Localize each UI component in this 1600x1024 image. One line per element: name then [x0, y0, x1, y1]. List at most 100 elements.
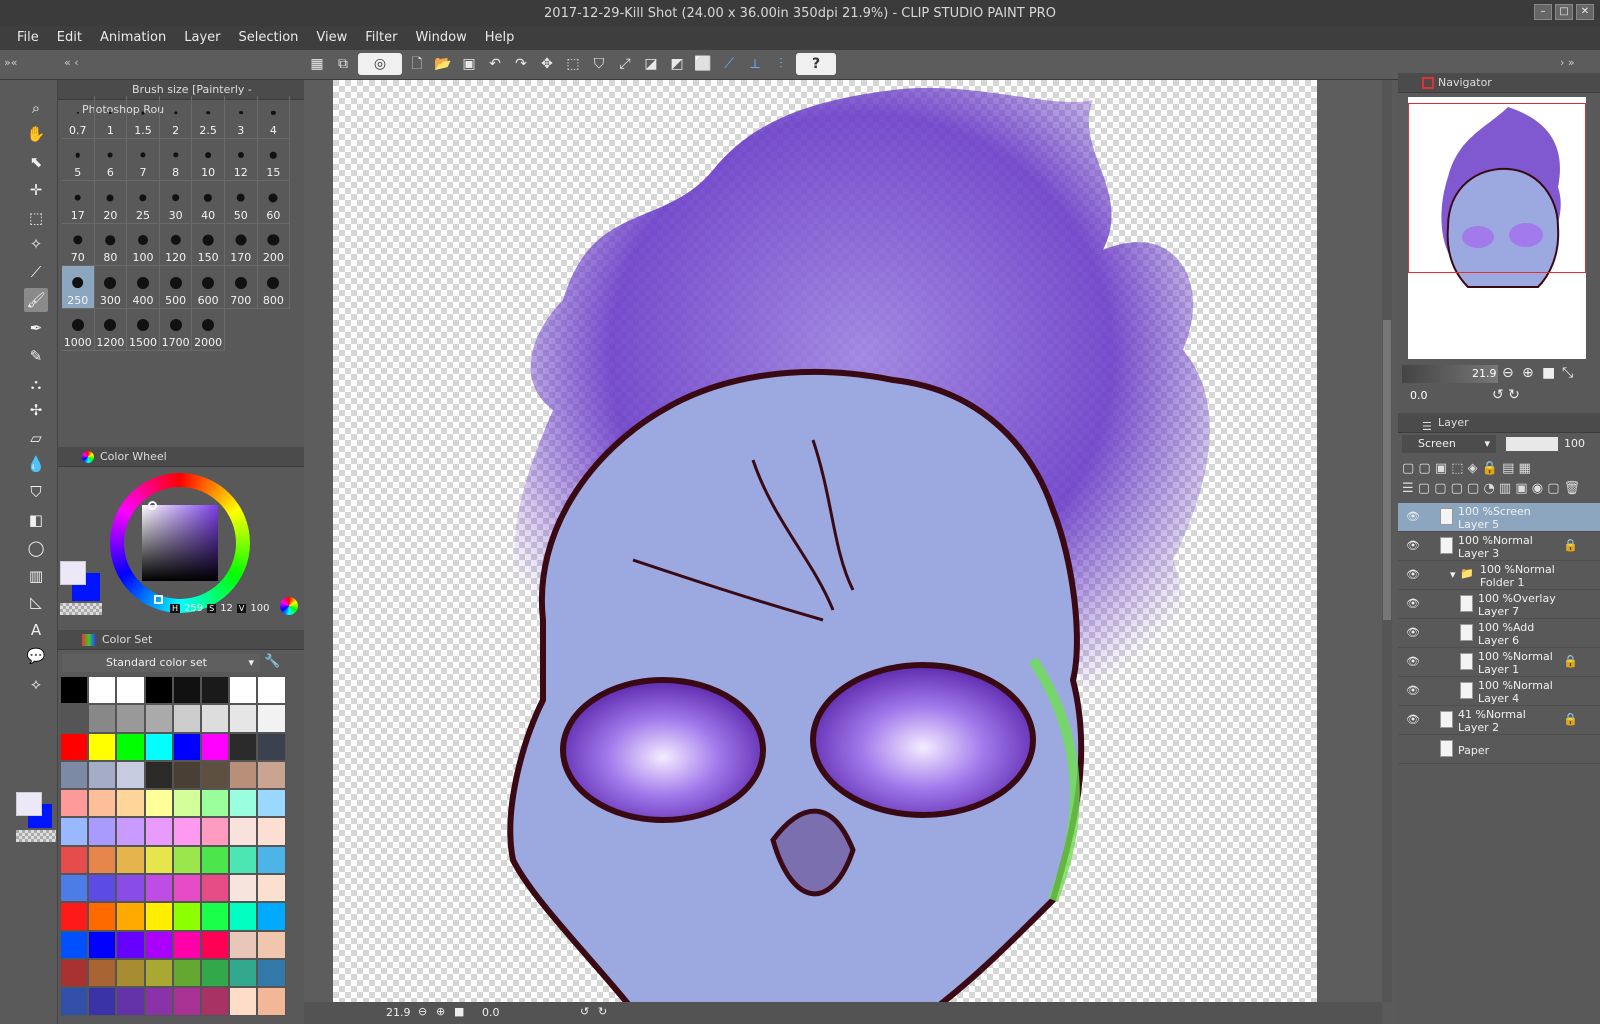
color-swatch[interactable]: [172, 789, 201, 818]
color-swatch[interactable]: [229, 732, 258, 761]
wheel-transparent-swatch[interactable]: [60, 603, 102, 615]
drawing-canvas[interactable]: [333, 80, 1317, 1002]
fit-icon[interactable]: ■: [454, 1005, 464, 1018]
airbrush-tool-icon[interactable]: ⛬: [24, 372, 48, 396]
brush-size-12[interactable]: 12: [224, 138, 258, 181]
color-swatch[interactable]: [172, 760, 201, 790]
menu-filter[interactable]: Filter: [356, 26, 406, 50]
move-layer-tool-icon[interactable]: ✛: [24, 178, 48, 202]
help-button[interactable]: ?: [796, 53, 836, 75]
color-swatch[interactable]: [172, 676, 201, 705]
brush-size-7[interactable]: 7: [127, 138, 160, 181]
color-swatch[interactable]: [200, 817, 230, 846]
canvas-area[interactable]: [304, 80, 1382, 1002]
color-swatch[interactable]: [60, 930, 89, 959]
layer-row[interactable]: 👁 100 %Normal Layer 4: [1398, 677, 1600, 706]
new-layer-icon[interactable]: ☰ ▢ ▢ ▢ ▢ ◔ ▥ ▣ ◉ ▢ 🗑: [1402, 481, 1580, 496]
auto-select-tool-icon[interactable]: ✧: [24, 232, 48, 256]
brush-tool-icon[interactable]: 🖌: [24, 288, 48, 312]
color-swatch[interactable]: [257, 789, 286, 818]
text-tool-icon[interactable]: A: [24, 618, 48, 642]
color-swatch[interactable]: [144, 958, 173, 988]
color-swatch[interactable]: [172, 732, 201, 761]
brush-size-6[interactable]: 6: [94, 138, 128, 181]
brush-size-250[interactable]: 250: [62, 266, 95, 309]
brush-size-600[interactable]: 600: [192, 266, 225, 309]
navigator-zoom-value[interactable]: 21.9: [1472, 367, 1497, 380]
eye-icon[interactable]: 👁: [1406, 713, 1420, 726]
brush-size-200[interactable]: 200: [257, 223, 291, 266]
eye-icon[interactable]: 👁: [1406, 597, 1420, 610]
color-swatch[interactable]: [60, 817, 89, 846]
layer-row[interactable]: 👁 100 %Screen Layer 5: [1398, 503, 1600, 532]
brush-size-1-5[interactable]: 1.5: [127, 96, 160, 139]
rotate-right-icon[interactable]: ↻: [598, 1005, 607, 1018]
color-swatch[interactable]: [257, 732, 286, 761]
color-swatch[interactable]: [200, 958, 230, 988]
vertical-scrollbar[interactable]: [1382, 80, 1392, 1002]
brush-size-8[interactable]: 8: [159, 138, 193, 181]
wheel-main-color-swatch[interactable]: [60, 561, 86, 585]
color-swatch[interactable]: [229, 817, 258, 846]
color-swatch[interactable]: [172, 874, 201, 903]
color-swatch[interactable]: [200, 987, 230, 1016]
decoration-tool-icon[interactable]: ✢: [24, 398, 48, 422]
brush-size-700[interactable]: 700: [224, 266, 258, 309]
deselect-icon[interactable]: ⬚: [562, 53, 584, 75]
hue-ring[interactable]: [110, 473, 250, 613]
brush-size-2[interactable]: 2: [159, 96, 193, 139]
color-swatch[interactable]: [257, 817, 286, 846]
color-swatch[interactable]: [88, 704, 117, 733]
color-swatch[interactable]: [229, 958, 258, 988]
layer-row[interactable]: 👁 ▾ 📁 100 %Normal Folder 1: [1398, 561, 1600, 590]
navigator-rotation-value[interactable]: 0.0: [1410, 389, 1428, 402]
color-swatch[interactable]: [257, 704, 286, 733]
color-swatch[interactable]: [60, 874, 89, 903]
color-swatch[interactable]: [144, 704, 173, 733]
close-button[interactable]: ✕: [1576, 4, 1594, 20]
saturation-value[interactable]: 12: [220, 603, 233, 614]
navigator-view-frame[interactable]: [1408, 103, 1586, 273]
vertical-scroll-thumb[interactable]: [1383, 320, 1391, 620]
nav-zoom-out-icon[interactable]: ⊖: [1502, 365, 1514, 381]
color-swatch[interactable]: [116, 845, 145, 875]
color-swatch[interactable]: [116, 704, 145, 733]
nav-fit-icon[interactable]: ■: [1542, 365, 1555, 381]
color-swatch[interactable]: [200, 760, 230, 790]
color-swatch[interactable]: [116, 987, 145, 1016]
layer-row[interactable]: 👁 100 %Normal Layer 1 🔒: [1398, 648, 1600, 677]
color-swatch[interactable]: [229, 760, 258, 790]
color-swatch[interactable]: [229, 930, 258, 959]
color-swatch[interactable]: [60, 958, 89, 988]
navigator-preview[interactable]: [1408, 97, 1586, 359]
nav-zoom-in-icon[interactable]: ⊕: [1522, 365, 1534, 381]
operation-tool-icon[interactable]: ⬉: [24, 150, 48, 174]
color-swatch[interactable]: [88, 732, 117, 761]
new-raster-layer-icon[interactable]: ▢ ▢ ▣ ⬚ ◈ 🔒 ▤ ▦: [1402, 461, 1531, 476]
color-swatch[interactable]: [172, 987, 201, 1016]
brush-size-1[interactable]: 1: [94, 96, 128, 139]
minimize-button[interactable]: –: [1534, 4, 1552, 20]
color-swatch[interactable]: [200, 789, 230, 818]
brush-size-1000[interactable]: 1000: [62, 308, 95, 351]
color-swatch[interactable]: [172, 817, 201, 846]
main-color-swatch[interactable]: [16, 792, 42, 816]
color-set-select[interactable]: Standard color set ▾: [62, 654, 260, 672]
color-swatch[interactable]: [144, 987, 173, 1016]
color-swatch[interactable]: [88, 817, 117, 846]
color-swatch[interactable]: [229, 874, 258, 903]
pen-tool-icon[interactable]: ✒: [24, 316, 48, 340]
color-swatch[interactable]: [116, 760, 145, 790]
menu-file[interactable]: File: [8, 26, 48, 50]
color-swatch[interactable]: [60, 676, 89, 705]
brush-size-170[interactable]: 170: [224, 223, 258, 266]
redo-icon[interactable]: ↷: [510, 53, 532, 75]
color-swatch[interactable]: [257, 958, 286, 988]
color-swatch[interactable]: [116, 789, 145, 818]
brush-size-17[interactable]: 17: [62, 181, 95, 224]
eyedropper-tool-icon[interactable]: ⟋: [24, 260, 48, 284]
color-swatch[interactable]: [172, 958, 201, 988]
color-swatch[interactable]: [257, 760, 286, 790]
color-swatch[interactable]: [116, 902, 145, 931]
brush-size-1700[interactable]: 1700: [159, 308, 193, 351]
